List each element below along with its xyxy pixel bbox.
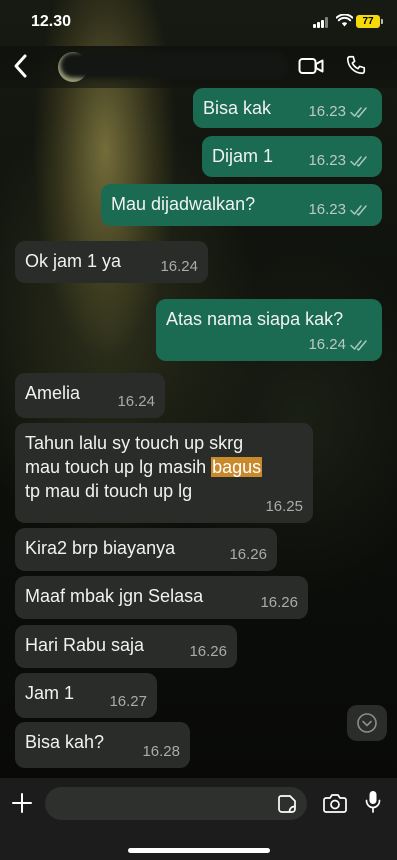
signal-icon: [313, 17, 330, 28]
message-time: 16.23: [308, 152, 346, 169]
message-meta: 16.23: [308, 198, 372, 222]
status-time: 12.30: [31, 13, 72, 30]
message-meta: 16.26: [260, 591, 298, 615]
message-meta: 16.24: [117, 390, 155, 414]
message-bubble-incoming[interactable]: Bisa kah? 16.28: [15, 722, 190, 768]
message-text: Atas nama siapa kak?: [166, 309, 344, 329]
message-line: tp mau di touch up lg: [25, 481, 193, 501]
battery-icon: 77: [356, 15, 383, 28]
home-indicator: [128, 848, 270, 853]
message-input[interactable]: [45, 787, 307, 820]
message-time: 16.26: [229, 546, 267, 563]
scroll-to-bottom-button[interactable]: [347, 705, 387, 741]
message-meta: 16.23: [308, 100, 372, 124]
message-line: mau touch up lg masih bagus: [25, 455, 302, 479]
sticker-icon[interactable]: [277, 794, 297, 814]
camera-icon[interactable]: [323, 793, 347, 813]
message-list[interactable]: Bisa kak 16.23 Dijam 1 16.23 Mau dijadwa…: [0, 88, 397, 778]
contact-name-redacted[interactable]: [60, 52, 288, 78]
read-ticks-icon: [350, 205, 367, 216]
plus-icon[interactable]: [11, 792, 33, 814]
message-time: 16.24: [160, 258, 198, 275]
read-ticks-icon: [350, 156, 367, 167]
chevron-down-circle-icon: [357, 713, 377, 733]
chat-header: [0, 46, 397, 88]
message-meta: 16.26: [229, 543, 267, 567]
chevron-left-icon[interactable]: [10, 52, 32, 80]
message-time: 16.23: [308, 201, 346, 218]
search-highlight: bagus: [211, 457, 263, 477]
message-bubble-outgoing[interactable]: Bisa kak 16.23: [193, 88, 382, 128]
message-time: 16.26: [260, 594, 298, 611]
message-bubble-outgoing[interactable]: Dijam 1 16.23: [202, 136, 382, 177]
message-meta: 16.26: [189, 640, 227, 664]
message-time: 16.23: [308, 103, 346, 120]
message-bubble-incoming[interactable]: Maaf mbak jgn Selasa 16.26: [15, 576, 308, 619]
status-bar: 12.30 77: [0, 0, 397, 46]
message-time: 16.24: [308, 336, 346, 353]
message-meta: 16.24: [308, 333, 372, 357]
message-line: Tahun lalu sy touch up skrg: [25, 433, 244, 453]
message-bubble-incoming[interactable]: Kira2 brp biayanya 16.26: [15, 528, 277, 571]
message-bubble-incoming[interactable]: Ok jam 1 ya 16.24: [15, 241, 208, 283]
message-bubble-incoming[interactable]: Jam 1 16.27: [15, 673, 157, 718]
message-bubble-incoming[interactable]: Hari Rabu saja 16.26: [15, 625, 237, 668]
read-ticks-icon: [350, 340, 367, 351]
message-bubble-incoming[interactable]: Amelia 16.24: [15, 373, 165, 418]
message-meta: 16.27: [109, 690, 147, 714]
message-meta: 16.25: [265, 495, 303, 519]
message-time: 16.25: [265, 498, 303, 515]
message-time: 16.27: [109, 693, 147, 710]
message-bubble-outgoing[interactable]: Mau dijadwalkan? 16.23: [101, 184, 382, 226]
message-text: Maaf mbak jgn Selasa: [25, 586, 204, 606]
message-meta: 16.24: [160, 255, 198, 279]
phone-icon[interactable]: [345, 54, 367, 76]
message-meta: 16.23: [308, 149, 372, 173]
wifi-icon: [336, 14, 353, 27]
message-meta: 16.28: [142, 740, 180, 764]
message-bubble-incoming[interactable]: Tahun lalu sy touch up skrg mau touch up…: [15, 423, 313, 523]
message-time: 16.28: [142, 743, 180, 760]
message-time: 16.24: [117, 393, 155, 410]
video-camera-icon[interactable]: [298, 56, 324, 76]
message-time: 16.26: [189, 643, 227, 660]
message-line-text: mau touch up lg masih: [25, 457, 212, 477]
microphone-icon[interactable]: [365, 790, 381, 814]
read-ticks-icon: [350, 107, 367, 118]
message-bubble-outgoing[interactable]: Atas nama siapa kak? 16.24: [156, 299, 382, 361]
